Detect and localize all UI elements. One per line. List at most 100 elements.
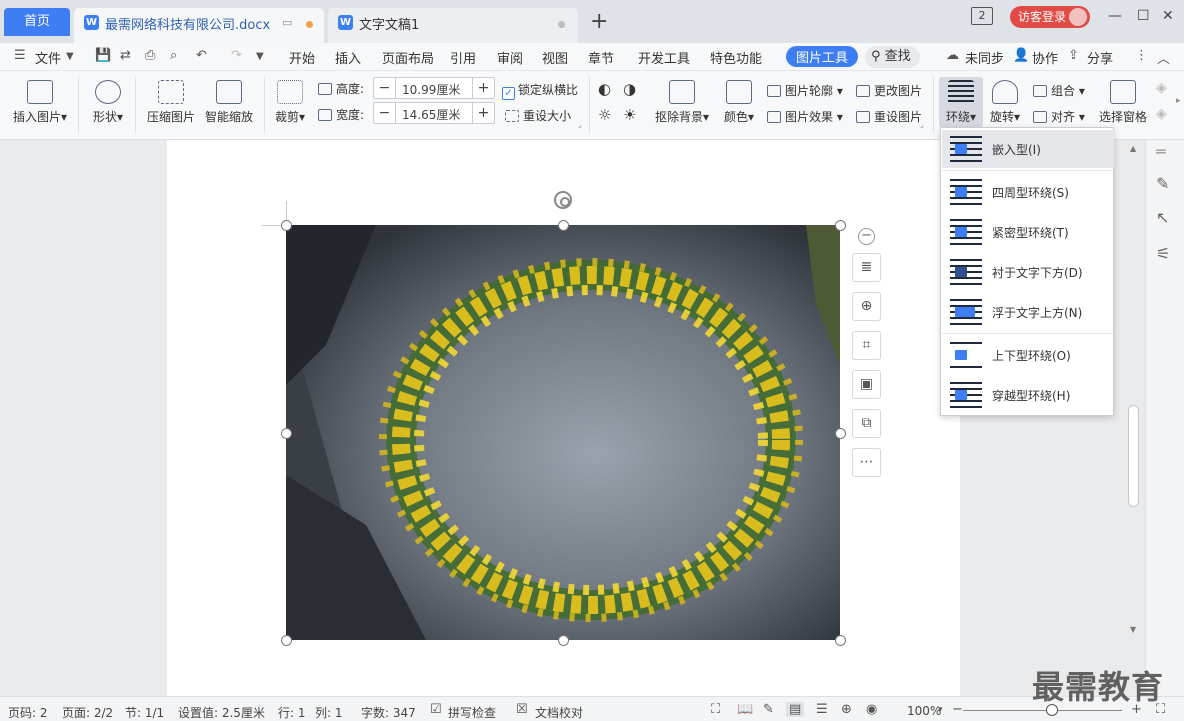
search-box[interactable]: ⚲ 查找 (865, 46, 920, 68)
send-backward-icon[interactable]: ◈ (1156, 106, 1167, 122)
tab-document-2[interactable]: W 文字文稿1 (328, 8, 578, 43)
height-stepper[interactable]: − 10.99厘米 + (373, 77, 495, 99)
menu-home[interactable]: 开始 (289, 48, 315, 67)
tab-document-1[interactable]: W 最需网络科技有限公司.docx ▭ (74, 8, 324, 43)
width-decrease-button[interactable]: − (374, 103, 396, 123)
edit-pen-icon[interactable]: ✎ (1156, 174, 1169, 193)
menu-picture-tools[interactable]: 图片工具 (786, 46, 859, 67)
fullscreen-icon[interactable]: ⛶ (711, 702, 720, 717)
share-icon[interactable]: ⇪ (1068, 48, 1079, 63)
wrap-option-square[interactable]: 四周型环绕(S) (942, 173, 1114, 211)
collapse-ribbon-icon[interactable]: ︿ (1157, 48, 1170, 67)
print-preview-icon[interactable]: ⌕ (170, 48, 177, 63)
menu-references[interactable]: 引用 (450, 48, 476, 67)
color-button[interactable]: 颜色▾ (721, 80, 757, 125)
menu-page-layout[interactable]: 页面布局 (382, 48, 434, 67)
share-button[interactable]: 分享 (1087, 48, 1113, 67)
more-options-icon[interactable]: ⋯ (852, 448, 881, 477)
status-column[interactable]: 列: 1 (315, 704, 343, 721)
collaborate-icon[interactable]: 👤 (1013, 48, 1029, 63)
resize-handle-top[interactable] (558, 220, 569, 231)
bring-forward-icon[interactable]: ◈ (1156, 80, 1167, 96)
status-section[interactable]: 节: 1/1 (125, 704, 164, 721)
align-button[interactable]: 对齐 ▾ (1033, 108, 1085, 125)
export-pdf-icon[interactable]: ⇄ (120, 48, 131, 63)
cloud-sync-icon[interactable]: ☁ (946, 48, 959, 63)
scrollbar-thumb[interactable] (1128, 405, 1139, 507)
remove-background-button[interactable]: 抠除背景▾ (653, 80, 711, 125)
image-to-text-icon[interactable]: ▣ (852, 370, 881, 399)
reset-image-button[interactable]: 重设图片 (856, 108, 922, 125)
proofread-icon[interactable]: ☒ (516, 702, 528, 717)
zoom-level[interactable]: 100% (907, 704, 941, 718)
tab-close-dot-icon[interactable] (558, 21, 565, 28)
scroll-down-icon[interactable]: ▼ (1130, 625, 1136, 634)
spell-check-button[interactable]: 拼写检查 (448, 704, 496, 721)
spell-check-icon[interactable]: ☑ (430, 702, 442, 717)
zoom-dropdown-icon[interactable]: ▾ (938, 705, 943, 715)
menu-view[interactable]: 视图 (542, 48, 568, 67)
wrap-option-top-bottom[interactable]: 上下型环绕(O) (942, 336, 1114, 374)
rotate-handle[interactable] (554, 191, 572, 209)
crop-float-icon[interactable]: ⌗ (852, 331, 881, 360)
window-count-badge[interactable]: 2 (971, 7, 993, 25)
ribbon-scroll-right-icon[interactable]: ▸ (1176, 96, 1181, 106)
wrap-option-inline[interactable]: 嵌入型(I) (942, 130, 1114, 168)
resize-handle-top-left[interactable] (281, 220, 292, 231)
replace-image-icon[interactable]: ⧉ (852, 409, 881, 438)
wrap-option-behind-text[interactable]: 衬于文字下方(D) (942, 253, 1114, 291)
resize-handle-bottom-right[interactable] (835, 635, 846, 646)
lock-aspect-ratio-checkbox[interactable]: ✓ 锁定纵横比 (502, 81, 578, 100)
page-view-icon[interactable]: ▤ (786, 702, 805, 717)
wrap-option-tight[interactable]: 紧密型环绕(T) (942, 213, 1114, 251)
wrap-option-through[interactable]: 穿越型环绕(H) (942, 376, 1114, 414)
menu-section[interactable]: 章节 (588, 48, 614, 67)
maximize-icon[interactable]: ☐ (1137, 8, 1150, 24)
tab-home[interactable]: 首页 (4, 8, 70, 36)
guest-login-button[interactable]: 访客登录 (1010, 6, 1090, 28)
collaborate-button[interactable]: 协作 (1032, 48, 1058, 67)
status-row[interactable]: 行: 1 (278, 704, 306, 721)
read-mode-icon[interactable]: 📖 (737, 702, 753, 717)
outline-view-icon[interactable]: ☰ (816, 702, 828, 717)
close-icon[interactable]: ✕ (1162, 8, 1174, 24)
insert-image-button[interactable]: 插入图片▾ (10, 80, 70, 125)
height-value[interactable]: 10.99厘米 (402, 81, 460, 98)
screen-icon[interactable]: ▭ (282, 16, 292, 29)
resize-button[interactable]: 重设大小 (505, 107, 571, 124)
status-page[interactable]: 页码: 2 (8, 704, 48, 721)
customize-quick-access-icon[interactable]: ▼ (256, 51, 264, 62)
adjust-sliders-icon[interactable]: ⚟ (1156, 244, 1170, 263)
redo-icon[interactable]: ↷ (231, 48, 242, 63)
wrap-text-button[interactable]: 环绕▾ (940, 80, 982, 125)
image-dialog-launcher-icon[interactable]: ⌟ (920, 120, 924, 129)
resize-handle-bottom[interactable] (558, 635, 569, 646)
brightness-down-icon[interactable]: ☀ (623, 106, 636, 124)
resize-handle-right[interactable] (835, 428, 846, 439)
crop-button[interactable]: 裁剪▾ (272, 80, 308, 125)
compress-image-button[interactable]: 压缩图片 (145, 80, 197, 125)
width-increase-button[interactable]: + (472, 103, 494, 123)
group-button[interactable]: 组合 ▾ (1033, 82, 1085, 99)
status-setting-value[interactable]: 设置值: 2.5厘米 (178, 704, 265, 721)
layout-options-icon[interactable]: ≣ (852, 253, 881, 282)
menu-review[interactable]: 审阅 (497, 48, 523, 67)
web-view-icon[interactable]: ⊕ (841, 702, 852, 717)
resize-handle-top-right[interactable] (835, 220, 846, 231)
change-image-button[interactable]: 更改图片 (856, 82, 922, 99)
contrast-down-icon[interactable]: ◑ (623, 80, 636, 98)
more-menu-icon[interactable]: ⋮ (1135, 48, 1148, 63)
resize-handle-left[interactable] (281, 428, 292, 439)
picture-effect-button[interactable]: 图片效果 ▾ (767, 108, 843, 125)
selected-image[interactable] (286, 225, 840, 640)
rotate-button[interactable]: 旋转▾ (987, 80, 1023, 125)
brightness-up-icon[interactable]: ☼ (598, 106, 611, 124)
collapse-toolbar-icon[interactable]: − (858, 228, 875, 245)
resize-handle-bottom-left[interactable] (281, 635, 292, 646)
menu-file[interactable]: 文件 (35, 48, 61, 67)
size-dialog-launcher-icon[interactable]: ⌟ (578, 120, 582, 129)
menu-special-features[interactable]: 特色功能 (710, 48, 762, 67)
write-mode-icon[interactable]: ✎ (763, 702, 774, 717)
width-stepper[interactable]: − 14.65厘米 + (373, 102, 495, 124)
pointer-icon[interactable]: ↖ (1156, 208, 1169, 227)
